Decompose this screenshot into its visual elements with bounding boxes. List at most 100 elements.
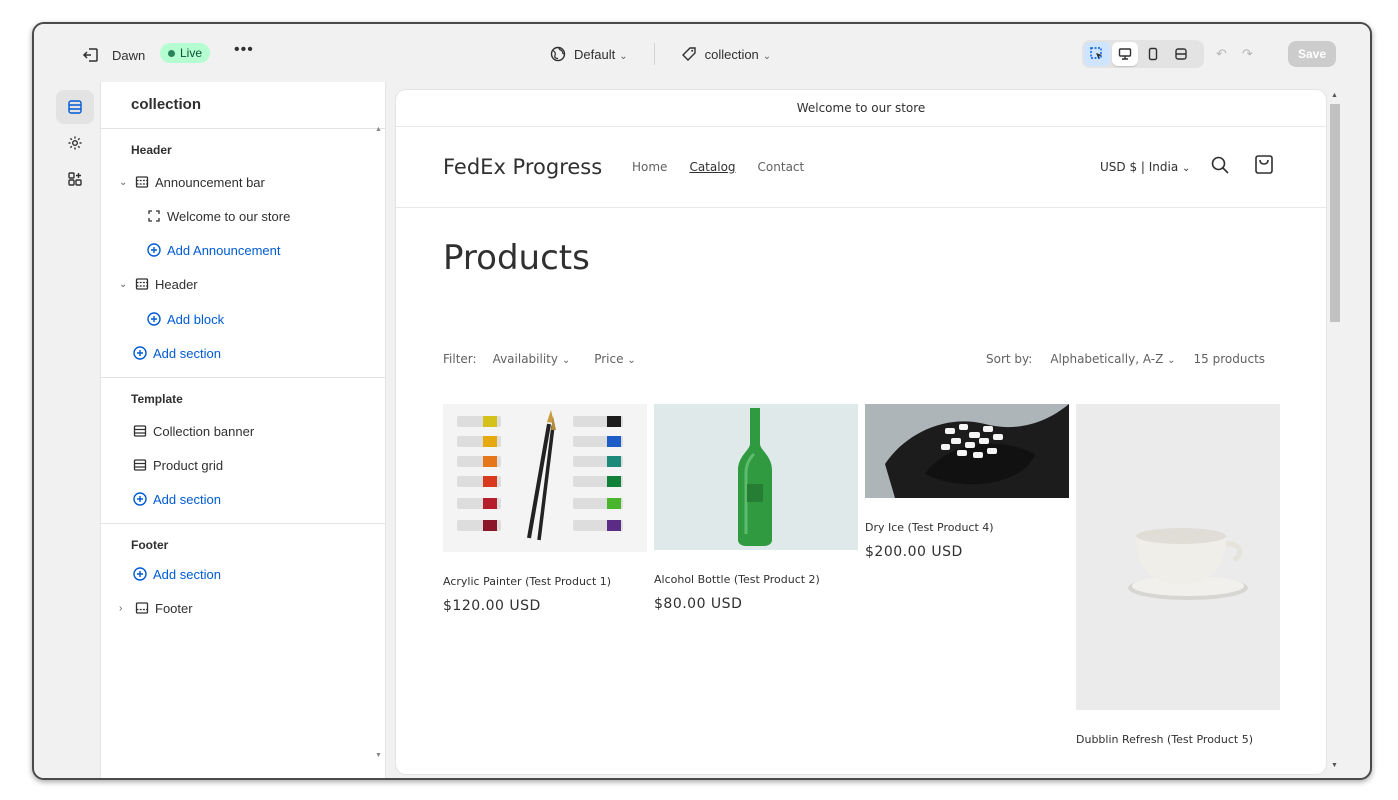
announcement-bar[interactable]: Welcome to our store [396,90,1326,127]
more-actions-button[interactable]: ••• [234,41,254,59]
filter-price-dropdown[interactable]: Price ⌄ [594,352,636,366]
add-announcement-label: Add Announcement [167,242,281,258]
desktop-view-button[interactable] [1112,42,1138,66]
locale-selector[interactable]: USD $ | India ⌄ [1100,160,1190,174]
footer-section-icon [135,602,149,614]
template-dropdown[interactable]: Default ⌄ [574,47,628,62]
sections-panel: collection Header ⌄ Announcement bar Wel… [100,82,386,778]
nav-home[interactable]: Home [632,160,667,174]
product-card[interactable]: Dry Ice (Test Product 4) $200.00 USD [865,404,1069,560]
save-button[interactable]: Save [1288,41,1336,67]
product-title[interactable]: Alcohol Bottle (Test Product 2) [654,573,858,586]
redo-icon[interactable]: ↷ [1242,46,1253,62]
plus-circle-icon [133,567,147,581]
theme-settings-rail-button[interactable] [56,126,94,160]
cart-icon[interactable] [1254,154,1274,176]
product-price: $80.00 USD [654,596,743,612]
sort-bar: Sort by: Alphabetically, A-Z ⌄ 15 produc… [986,352,1265,366]
page-dropdown[interactable]: collection ⌄ [705,47,772,62]
nav-contact[interactable]: Contact [758,160,805,174]
section-footer[interactable]: › Footer [119,598,193,618]
product-image-paint-tubes[interactable] [443,404,647,557]
section-layout-icon [133,459,147,471]
sort-dropdown[interactable]: Alphabetically, A-Z ⌄ [1050,352,1175,366]
exit-icon[interactable] [82,46,100,64]
add-section-header-button[interactable]: Add section [133,343,221,363]
chevron-down-icon[interactable]: ⌄ [119,177,129,188]
main-nav: Home Catalog Contact [632,160,804,174]
preview-scrollbar-thumb[interactable] [1330,104,1340,322]
inspector-button[interactable] [1084,42,1110,66]
mobile-icon [1148,47,1158,61]
scroll-down-arrow-icon[interactable]: ▼ [375,752,382,759]
nav-catalog[interactable]: Catalog [689,160,735,174]
sort-value: Alphabetically, A-Z [1050,352,1164,366]
product-title[interactable]: Dubblin Refresh (Test Product 5) [1076,733,1280,746]
chevron-down-icon: ⌄ [1182,163,1191,174]
template-label: Default [574,46,616,62]
add-announcement-button[interactable]: Add Announcement [147,240,280,260]
product-card[interactable]: Alcohol Bottle (Test Product 2) $80.00 U… [654,404,858,612]
gear-icon [68,136,82,150]
add-block-button[interactable]: Add block [147,309,224,329]
chevron-down-icon: ⌄ [1167,355,1176,366]
chevron-down-icon: ⌄ [627,355,636,366]
plus-circle-icon [133,492,147,506]
product-image-cup-and-saucer[interactable] [1076,404,1280,715]
desktop-icon [1118,48,1132,60]
section-label: Announcement bar [155,174,265,190]
product-image-dry-ice[interactable] [865,404,1069,503]
chevron-right-icon[interactable]: › [119,603,129,614]
add-section-footer-button[interactable]: Add section [133,564,221,584]
store-preview: Welcome to our store FedEx Progress Home… [396,90,1326,774]
search-icon[interactable] [1210,155,1230,175]
chevron-down-icon: ⌄ [561,355,571,366]
filter-availability-dropdown[interactable]: Availability ⌄ [493,352,571,366]
left-rail [34,82,100,778]
plus-circle-icon [133,346,147,360]
apps-rail-button[interactable] [56,162,94,196]
chevron-down-icon: ⌄ [619,50,628,62]
tag-icon [681,47,696,61]
sections-rail-button[interactable] [56,90,94,124]
plus-circle-icon [147,312,161,326]
mobile-view-button[interactable] [1140,42,1166,66]
chevron-down-icon[interactable]: ⌄ [119,279,129,290]
product-title[interactable]: Dry Ice (Test Product 4) [865,521,1069,534]
section-label: Collection banner [153,423,255,439]
undo-icon[interactable]: ↶ [1216,46,1227,62]
section-product-grid[interactable]: Product grid [133,455,223,475]
panel-divider [101,128,385,129]
section-announcement-bar[interactable]: ⌄ Announcement bar [119,172,265,192]
product-card[interactable]: Acrylic Painter (Test Product 1) $120.00… [443,404,647,614]
section-header[interactable]: ⌄ Header [119,274,198,294]
product-card[interactable]: Dubblin Refresh (Test Product 5) [1076,404,1280,746]
fullscreen-view-button[interactable] [1168,42,1194,66]
scroll-up-arrow-icon[interactable]: ▲ [375,126,382,133]
product-count: 15 products [1193,352,1266,366]
add-section-label: Add section [153,566,221,582]
scroll-down-arrow-icon[interactable]: ▼ [1331,762,1338,769]
product-title[interactable]: Acrylic Painter (Test Product 1) [443,575,647,588]
plus-circle-icon [147,243,161,257]
product-image-green-bottle[interactable] [654,404,858,555]
panel-scrollbar[interactable]: ▲ ▼ [371,82,385,778]
section-collection-banner[interactable]: Collection banner [133,421,254,441]
chevron-down-icon: ⌄ [762,50,772,62]
block-icon [148,210,160,222]
add-section-label: Add section [153,345,221,361]
template-group-label: Template [131,392,183,406]
section-layout-icon [133,425,147,437]
add-section-template-button[interactable]: Add section [133,489,221,509]
preview-scrollbar[interactable]: ▲ ▼ [1328,90,1340,774]
scroll-up-arrow-icon[interactable]: ▲ [1331,92,1338,99]
device-toggle-group [1082,40,1204,68]
globe-icon [550,46,566,62]
top-bar: Dawn Live ••• Default ⌄ collection ⌄ ↶ ↷… [34,24,1370,82]
store-logo[interactable]: FedEx Progress [443,155,602,179]
block-announcement[interactable]: Welcome to our store [147,206,290,226]
filter-price-label: Price [594,352,624,366]
template-selector-bar: Default ⌄ collection ⌄ [550,42,771,66]
theme-name[interactable]: Dawn [112,48,145,63]
section-label: Header [155,276,198,292]
